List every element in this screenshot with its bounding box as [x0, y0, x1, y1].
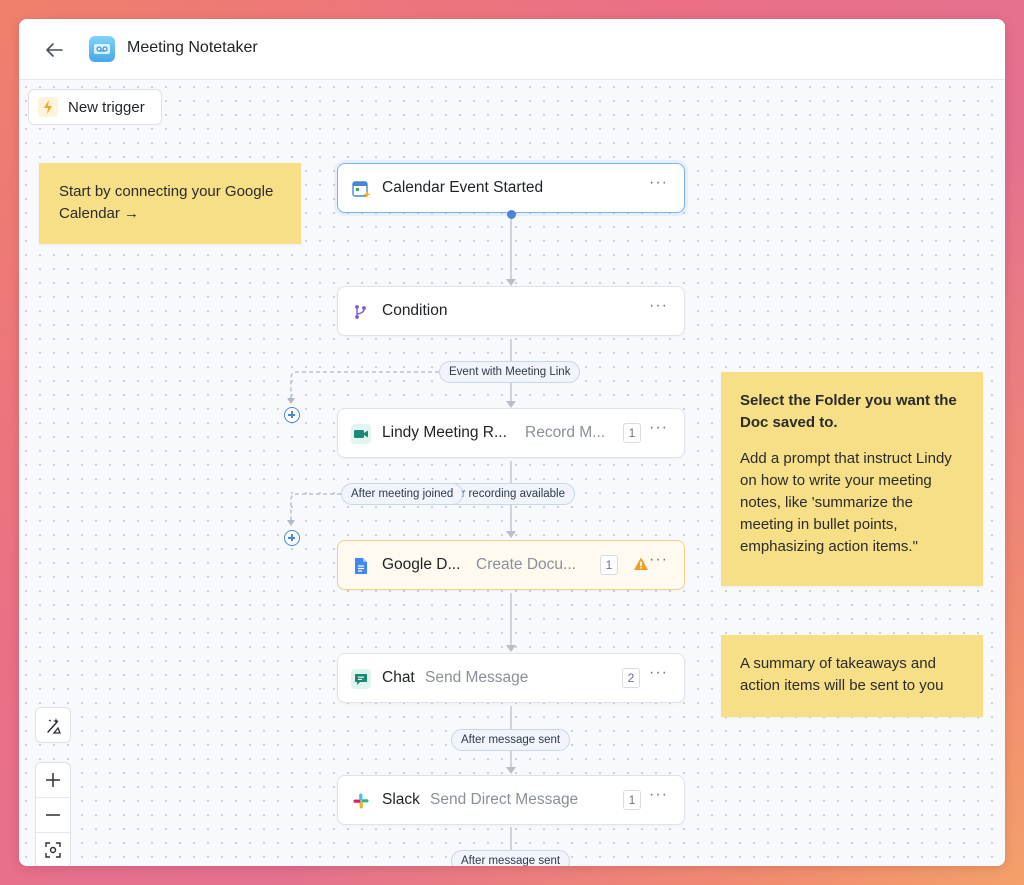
- lightning-icon: [38, 97, 58, 117]
- tidy-tool[interactable]: [35, 707, 71, 743]
- more-options-icon[interactable]: ···: [649, 551, 668, 569]
- note-text: A summary of takeaways and action items …: [740, 655, 944, 694]
- zoom-controls: [35, 762, 71, 866]
- node-title: Slack: [382, 791, 420, 808]
- new-trigger-label: New trigger: [68, 99, 145, 116]
- node-title: Chat: [382, 669, 415, 686]
- page-title: Meeting Notetaker: [127, 39, 258, 56]
- top-bar: Meeting Notetaker: [19, 19, 1005, 80]
- node-condition[interactable]: Condition ···: [337, 286, 685, 336]
- output-handle[interactable]: [507, 210, 516, 219]
- edge-label-after-message-sent[interactable]: After message sent: [451, 729, 571, 751]
- google-docs-icon: [351, 556, 371, 576]
- note-text: Add a prompt that instruct Lindy on how …: [740, 450, 952, 555]
- edge-label-event-with-meeting-link[interactable]: Event with Meeting Link: [439, 361, 581, 383]
- node-chat[interactable]: Chat Send Message 2 ···: [337, 653, 685, 703]
- edge-label-after-message-sent[interactable]: After message sent: [451, 850, 571, 866]
- node-subtitle: Send Direct Message: [430, 791, 579, 808]
- arrow-left-icon: [46, 43, 63, 57]
- minus-icon: [46, 814, 60, 816]
- node-subtitle: Create Docu...: [476, 556, 576, 573]
- node-title: Condition: [382, 302, 448, 319]
- more-options-icon[interactable]: ···: [649, 174, 668, 192]
- node-calendar-event-started[interactable]: Calendar Event Started ···: [337, 163, 685, 213]
- note-text: Start by connecting your Google Calendar…: [59, 183, 274, 222]
- zoom-in-button[interactable]: [36, 763, 70, 797]
- fit-view-button[interactable]: [36, 833, 70, 866]
- zoom-out-button[interactable]: [36, 798, 70, 832]
- node-count-badge: 1: [600, 555, 618, 575]
- more-options-icon[interactable]: ···: [649, 297, 668, 315]
- note-summary[interactable]: A summary of takeaways and action items …: [721, 635, 983, 717]
- node-count-badge: 1: [623, 790, 641, 810]
- node-count-badge: 2: [622, 668, 640, 688]
- node-title: Calendar Event Started: [382, 179, 544, 196]
- node-count-badge: 1: [623, 423, 641, 443]
- back-button[interactable]: [41, 37, 67, 63]
- app-window: Meeting Notetaker New trigger Start by c…: [19, 19, 1005, 866]
- edge-label-after-meeting-joined[interactable]: After meeting joined: [341, 483, 464, 505]
- node-slack[interactable]: Slack Send Direct Message 1 ···: [337, 775, 685, 825]
- workflow-canvas[interactable]: New trigger Start by connecting your Goo…: [19, 80, 1005, 866]
- more-options-icon[interactable]: ···: [649, 419, 668, 437]
- warning-icon: [633, 556, 649, 572]
- add-step-button[interactable]: [284, 407, 300, 423]
- node-title: Lindy Meeting R...: [382, 424, 507, 441]
- chat-icon: [351, 669, 371, 689]
- node-google-docs[interactable]: Google D... Create Docu... 1 ···: [337, 540, 685, 590]
- node-lindy-meeting-recorder[interactable]: Lindy Meeting R... Record M... 1 ···: [337, 408, 685, 458]
- add-step-button[interactable]: [284, 530, 300, 546]
- node-subtitle: Record M...: [525, 424, 606, 441]
- meet-icon: [351, 424, 371, 444]
- branch-icon: [351, 302, 371, 322]
- focus-icon: [45, 842, 61, 858]
- new-trigger-button[interactable]: New trigger: [28, 89, 162, 125]
- magic-wand-icon[interactable]: [36, 708, 70, 742]
- note-connect-calendar[interactable]: Start by connecting your Google Calendar…: [39, 163, 301, 244]
- node-subtitle: Send Message: [425, 669, 529, 686]
- note-heading: Select the Folder you want the Doc saved…: [740, 392, 957, 431]
- calendar-icon: [351, 179, 371, 199]
- voicemail-icon: [89, 36, 115, 62]
- plus-icon: [46, 773, 60, 787]
- slack-icon: [351, 791, 371, 811]
- note-select-folder[interactable]: Select the Folder you want the Doc saved…: [721, 372, 983, 586]
- node-title: Google D...: [382, 556, 461, 573]
- more-options-icon[interactable]: ···: [649, 664, 668, 682]
- more-options-icon[interactable]: ···: [649, 786, 668, 804]
